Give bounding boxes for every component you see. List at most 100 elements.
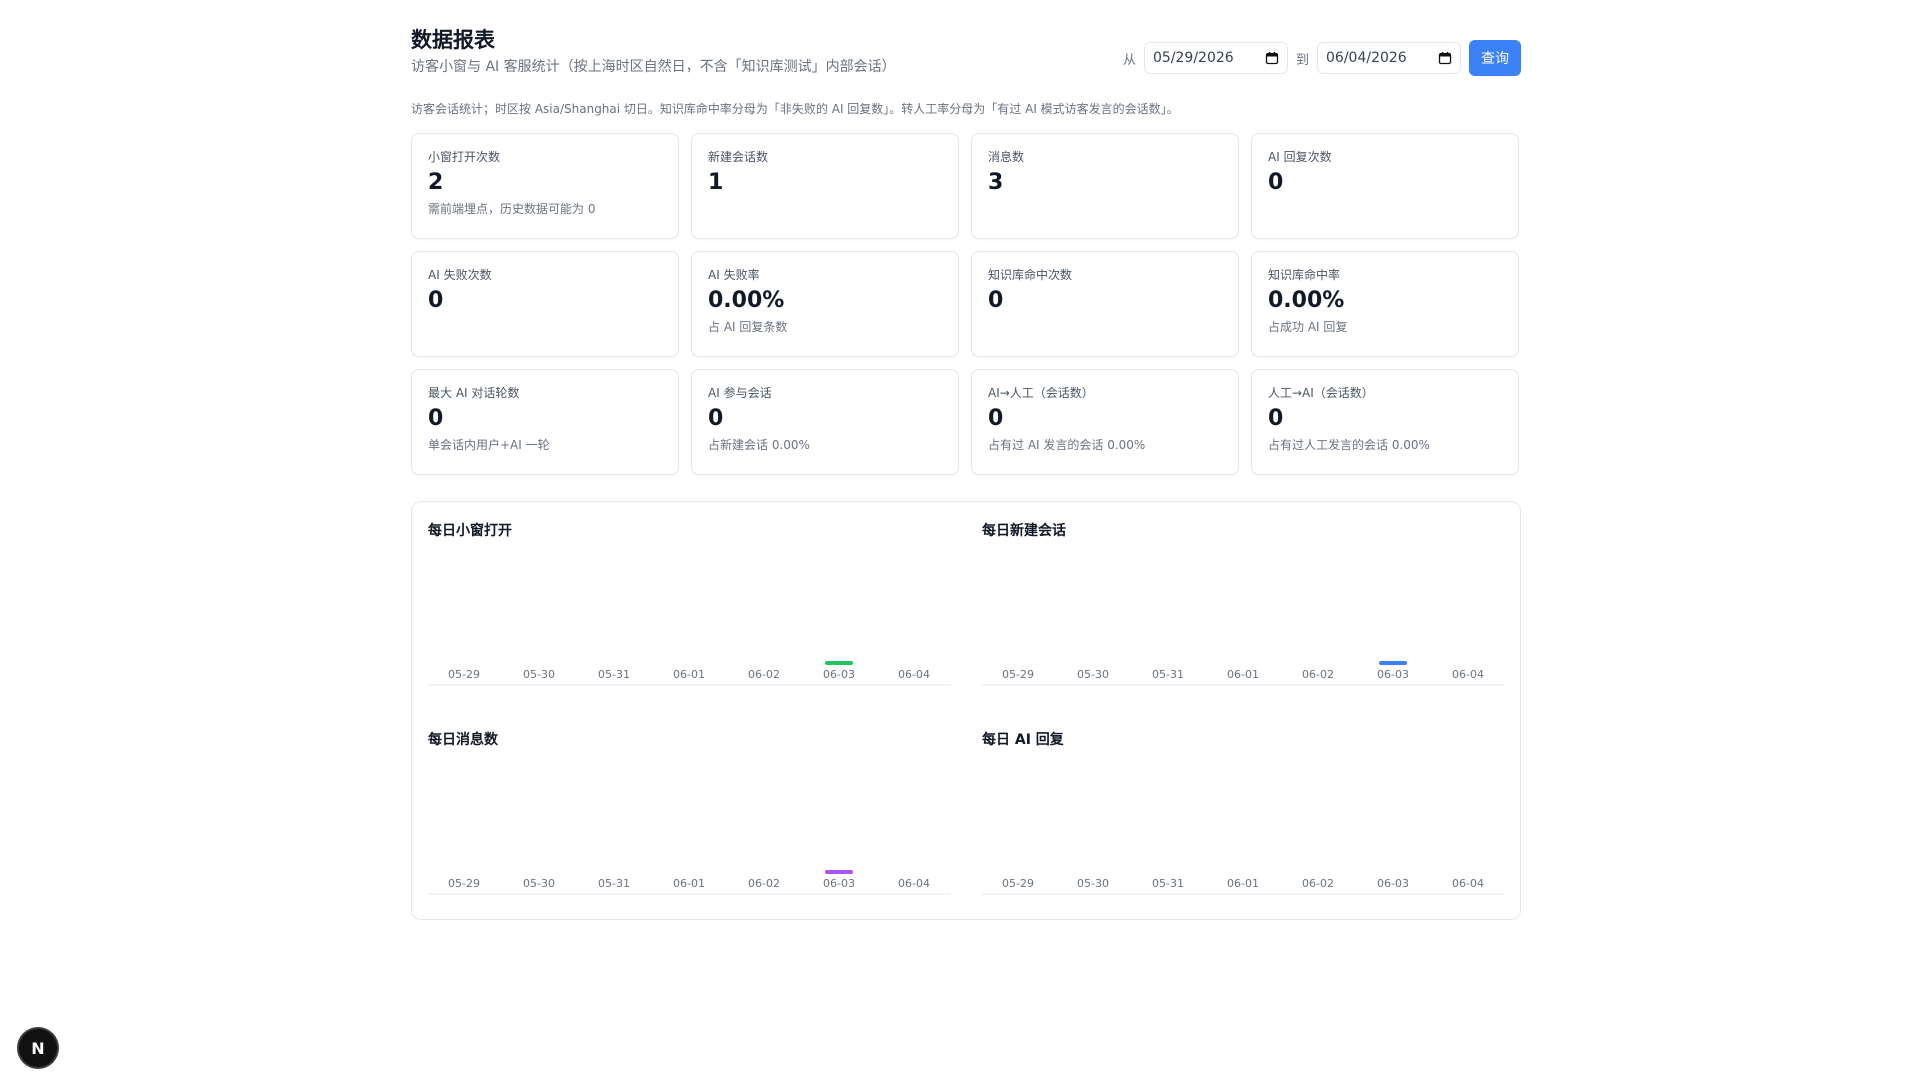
stat-card: 小窗打开次数 2 需前端埋点，历史数据可能为 0 (411, 133, 679, 239)
x-tick-label: 06-02 (1302, 877, 1334, 890)
x-tick-label: 05-29 (448, 877, 480, 890)
stat-card: AI 回复次数 0 (1251, 133, 1519, 239)
date-range-controls: 从 05/29/2026 到 06/04/2026 查询 (1123, 40, 1521, 76)
card-label: AI→人工（会话数） (988, 386, 1094, 400)
chart-bar (825, 870, 853, 874)
chart-title: 每日消息数 (428, 732, 498, 748)
query-button[interactable]: 查询 (1469, 40, 1521, 76)
card-value: 0.00% (1268, 288, 1345, 313)
card-value: 0 (428, 288, 444, 313)
stat-card: AI 失败次数 0 (411, 251, 679, 357)
x-tick-label: 06-01 (1227, 668, 1259, 681)
card-label: 人工→AI（会话数） (1268, 386, 1374, 400)
calendar-icon[interactable] (1438, 51, 1452, 65)
chart-daily-ai-replies: 05-29 05-30 05-31 06-01 06-02 06-03 06-04 每日 A… (982, 711, 1505, 895)
x-tick-label: 06-03 (823, 877, 855, 890)
card-value: 0 (988, 406, 1004, 431)
x-tick-label: 06-03 (1377, 668, 1409, 681)
card-value: 0 (1268, 406, 1284, 431)
x-tick-label: 05-30 (1077, 668, 1109, 681)
chart-title: 每日小窗打开 (428, 523, 512, 539)
card-note: 占成功 AI 回复 (1268, 320, 1348, 334)
card-value: 0 (1268, 170, 1284, 195)
stat-card: 知识库命中率 0.00% 占成功 AI 回复 (1251, 251, 1519, 357)
x-tick-label: 06-01 (673, 668, 705, 681)
to-label: 到 (1295, 52, 1309, 68)
report-page: 数据报表 访客小窗与 AI 客服统计（按上海时区自然日，不含「知识库测试」内部会… (411, 0, 1521, 920)
to-date-value: 06/04/2026 (1326, 50, 1407, 66)
card-label: AI 失败率 (708, 268, 760, 282)
x-tick-label: 05-31 (598, 877, 630, 890)
card-value: 0 (708, 406, 724, 431)
card-note: 需前端埋点，历史数据可能为 0 (428, 202, 596, 216)
to-date-input[interactable]: 06/04/2026 (1317, 42, 1461, 74)
x-tick-label: 06-03 (823, 668, 855, 681)
from-label: 从 (1122, 52, 1136, 68)
chart-bar (1379, 661, 1407, 665)
stat-card: 消息数 3 (971, 133, 1239, 239)
x-tick-label: 06-04 (1452, 668, 1484, 681)
page-subtitle: 访客小窗与 AI 客服统计（按上海时区自然日，不含「知识库测试」内部会话） (411, 59, 896, 75)
card-label: AI 失败次数 (428, 268, 492, 282)
card-value: 0.00% (708, 288, 785, 313)
chart-title: 每日 AI 回复 (982, 732, 1064, 748)
x-tick-label: 06-02 (748, 668, 780, 681)
x-tick-label: 05-31 (598, 668, 630, 681)
x-tick-label: 05-30 (523, 877, 555, 890)
x-tick-label: 05-31 (1152, 668, 1184, 681)
calendar-icon[interactable] (1265, 51, 1279, 65)
chart-daily-widget-opens: 05-29 05-30 05-31 06-01 06-02 06-03 06-04 每日小窗… (428, 502, 951, 686)
x-tick-label: 05-30 (523, 668, 555, 681)
stat-card: 最大 AI 对话轮数 0 单会话内用户+AI 一轮 (411, 369, 679, 475)
card-value: 0 (988, 288, 1004, 313)
x-tick-label: 05-29 (1002, 877, 1034, 890)
from-date-input[interactable]: 05/29/2026 (1143, 42, 1288, 74)
card-value: 0 (428, 406, 444, 431)
card-label: 新建会话数 (708, 150, 769, 164)
stat-card: 新建会话数 1 (691, 133, 959, 239)
x-tick-label: 05-29 (448, 668, 480, 681)
card-label: 最大 AI 对话轮数 (428, 386, 520, 400)
x-tick-label: 05-31 (1152, 877, 1184, 890)
x-tick-label: 05-30 (1077, 877, 1109, 890)
card-label: 小窗打开次数 (428, 150, 501, 164)
from-date-value: 05/29/2026 (1152, 50, 1234, 66)
x-tick-label: 06-02 (1302, 668, 1334, 681)
card-value: 1 (708, 170, 724, 195)
stat-card: AI 参与会话 0 占新建会话 0.00% (691, 369, 959, 475)
nextjs-icon[interactable]: N (19, 1029, 57, 1067)
card-note: 单会话内用户+AI 一轮 (428, 438, 550, 452)
chart-title: 每日新建会话 (982, 523, 1066, 539)
x-tick-label: 06-02 (748, 877, 780, 890)
charts-panel: 05-29 05-30 05-31 06-01 06-02 06-03 06-04 每日小窗… (411, 501, 1521, 920)
card-value: 2 (428, 170, 444, 195)
card-label: AI 回复次数 (1268, 150, 1332, 164)
chart-bar (825, 661, 853, 665)
chart-daily-new-sessions: 05-29 05-30 05-31 06-01 06-02 06-03 06-04 每日新建… (982, 502, 1505, 686)
stats-note: 访客会话统计；时区按 Asia/Shanghai 切日。知识库命中率分母为「非失… (411, 102, 1179, 116)
stat-card: AI 失败率 0.00% 占 AI 回复条数 (691, 251, 959, 357)
x-tick-label: 06-04 (898, 877, 930, 890)
page-header: 数据报表 访客小窗与 AI 客服统计（按上海时区自然日，不含「知识库测试」内部会… (411, 0, 1521, 96)
card-note: 占 AI 回复条数 (708, 320, 788, 334)
stat-card: 人工→AI（会话数） 0 占有过人工发言的会话 0.00% (1251, 369, 1519, 475)
stat-cards: 小窗打开次数 2 需前端埋点，历史数据可能为 0 新建会话数 1 消息数 3 A… (411, 133, 1521, 475)
x-tick-label: 05-29 (1002, 668, 1034, 681)
card-label: 知识库命中次数 (988, 268, 1073, 282)
x-tick-label: 06-04 (1452, 877, 1484, 890)
x-tick-label: 06-04 (898, 668, 930, 681)
card-label: 消息数 (988, 150, 1025, 164)
card-value: 3 (988, 170, 1004, 195)
x-tick-label: 06-01 (673, 877, 705, 890)
nextjs-icon-letter: N (31, 1038, 45, 1058)
x-tick-label: 06-01 (1227, 877, 1259, 890)
chart-svg: 05-29 05-30 05-31 06-01 06-02 06-03 06-04 (428, 870, 951, 895)
page-title: 数据报表 (411, 28, 495, 52)
card-note: 占新建会话 0.00% (708, 438, 810, 452)
card-label: 知识库命中率 (1268, 268, 1341, 282)
chart-daily-messages: 05-29 05-30 05-31 06-01 06-02 06-03 06-04 每日消息… (428, 711, 951, 895)
stat-card: 知识库命中次数 0 (971, 251, 1239, 357)
x-tick-label: 06-03 (1377, 877, 1409, 890)
card-label: AI 参与会话 (708, 386, 772, 400)
stat-card: AI→人工（会话数） 0 占有过 AI 发言的会话 0.00% (971, 369, 1239, 475)
